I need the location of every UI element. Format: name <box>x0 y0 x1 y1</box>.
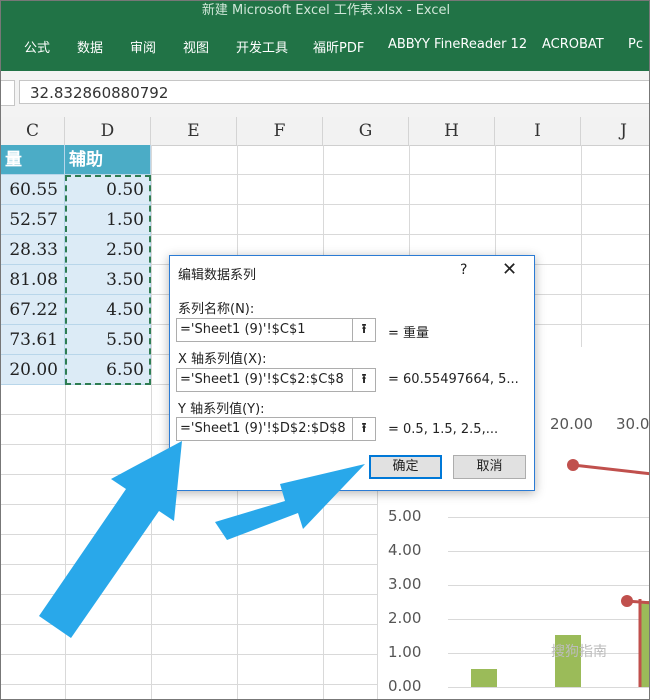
tab-foxit-pdf[interactable]: 福昕PDF <box>313 37 364 56</box>
column-header-g[interactable]: G <box>323 117 409 145</box>
collapse-dialog-icon[interactable]: ⭱ <box>352 319 375 341</box>
column-header-i[interactable]: I <box>495 117 581 145</box>
cell-d1[interactable]: 辅助 <box>65 145 151 175</box>
tab-pc[interactable]: Pc <box>628 37 643 52</box>
tab-data[interactable]: 数据 <box>77 37 103 56</box>
column-header-d[interactable]: D <box>65 117 151 145</box>
edit-series-dialog: 编辑数据系列 ? ✕ 系列名称(N): ='Sheet1 (9)'!$C$1 ⭱… <box>169 255 535 491</box>
series-name-value: ='Sheet1 (9)'!$C$1 <box>180 322 306 337</box>
cell-c2[interactable]: 60.55 <box>1 175 65 205</box>
formula-bar: 32.832860880792 <box>1 71 649 118</box>
column-header-e[interactable]: E <box>151 117 237 145</box>
collapse-dialog-icon[interactable]: ⭱ <box>352 369 375 391</box>
ok-button[interactable]: 确定 <box>369 455 442 479</box>
tab-developer[interactable]: 开发工具 <box>236 37 288 56</box>
dialog-title: 编辑数据系列 <box>178 268 257 283</box>
series-name-preview: = 重量 <box>388 326 430 341</box>
column-header-h[interactable]: H <box>409 117 495 145</box>
collapse-dialog-icon[interactable]: ⭱ <box>352 418 375 440</box>
y-values-value: ='Sheet1 (9)'!$D$2:$D$8 <box>180 421 346 436</box>
x-values-value: ='Sheet1 (9)'!$C$2:$C$8 <box>180 372 344 387</box>
cell-c1[interactable]: 量 <box>1 145 65 175</box>
copy-marquee <box>65 175 151 385</box>
ribbon: 公式 数据 审阅 视图 开发工具 福昕PDF ABBYY FineReader … <box>1 23 649 71</box>
cell-c4[interactable]: 28.33 <box>1 235 65 265</box>
cell-c5[interactable]: 81.08 <box>1 265 65 295</box>
column-header-j[interactable]: J <box>581 117 649 145</box>
excel-window: 新建 Microsoft Excel 工作表.xlsx - Excel 公式 数… <box>0 0 650 700</box>
series-name-label: 系列名称(N): <box>178 302 255 317</box>
column-header-c[interactable]: C <box>1 117 65 145</box>
y-values-preview: = 0.5, 1.5, 2.5,... <box>388 422 499 437</box>
formula-input[interactable]: 32.832860880792 <box>19 80 649 104</box>
cell-c6[interactable]: 67.22 <box>1 295 65 325</box>
cell-c8[interactable]: 20.00 <box>1 355 65 385</box>
close-icon[interactable]: ✕ <box>502 259 517 280</box>
help-button[interactable]: ? <box>460 262 467 278</box>
x-values-preview: = 60.55497664, 5... <box>388 372 519 387</box>
tab-review[interactable]: 审阅 <box>130 37 156 56</box>
watermark: 搜狗指南 <box>551 644 607 660</box>
x-values-label: X 轴系列值(X): <box>178 352 267 367</box>
window-title: 新建 Microsoft Excel 工作表.xlsx - Excel <box>1 1 649 23</box>
column-header-f[interactable]: F <box>237 117 323 145</box>
cell-c3[interactable]: 52.57 <box>1 205 65 235</box>
tab-acrobat[interactable]: ACROBAT <box>542 37 604 52</box>
y-values-input[interactable]: ='Sheet1 (9)'!$D$2:$D$8 ⭱ <box>176 417 376 441</box>
y-values-label: Y 轴系列值(Y): <box>178 402 265 417</box>
tab-abbyy[interactable]: ABBYY FineReader 12 <box>388 37 527 52</box>
x-values-input[interactable]: ='Sheet1 (9)'!$C$2:$C$8 ⭱ <box>176 368 376 392</box>
column-header-row: C D E F G H I J <box>1 117 649 146</box>
cell-c7[interactable]: 73.61 <box>1 325 65 355</box>
tab-formulas[interactable]: 公式 <box>24 37 50 56</box>
series-name-input[interactable]: ='Sheet1 (9)'!$C$1 ⭱ <box>176 318 376 342</box>
cancel-button[interactable]: 取消 <box>453 455 526 479</box>
name-box[interactable] <box>1 80 15 106</box>
tab-view[interactable]: 视图 <box>183 37 209 56</box>
